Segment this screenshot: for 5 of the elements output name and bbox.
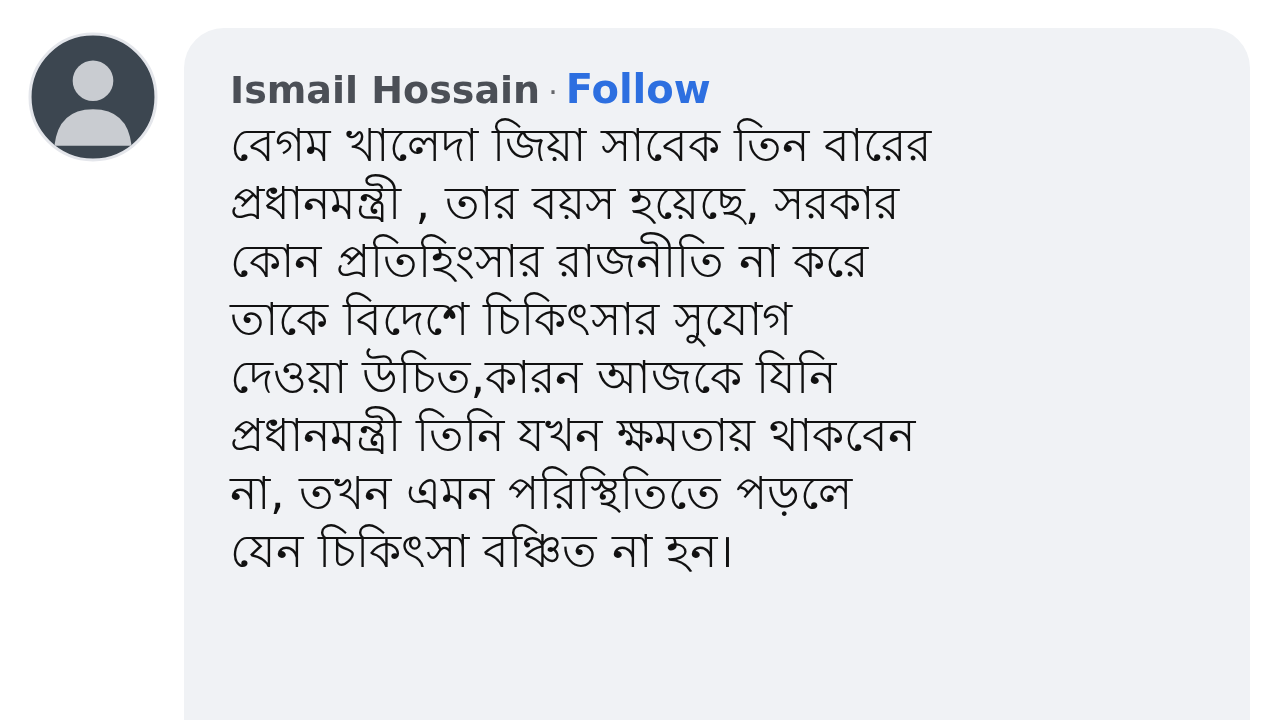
avatar-icon[interactable]: [28, 32, 158, 162]
separator-dot: ·: [548, 75, 558, 110]
follow-link[interactable]: Follow: [565, 66, 711, 112]
author-name[interactable]: Ismail Hossain: [230, 68, 541, 112]
comment-text: বেগম খালেদা জিয়া সাবেক তিন বারের প্রধানমন্ত্রী , তার বয়স হয়েছে, সরকার কোন প্রতিহিংসার রাজনীতি না করে তাকে বিদেশে চিকিৎসার সুযোগ দেওয়া উচিত,কারন আজকে যিনি প্রধানমন্ত্রী তিনি যখন ক্ষমতায় থাকবেন না, তখন এমন পরিস্থিতিতে পড়লে যেন চিকিৎসা বঞ্চিত না হন।: [230, 117, 933, 580]
